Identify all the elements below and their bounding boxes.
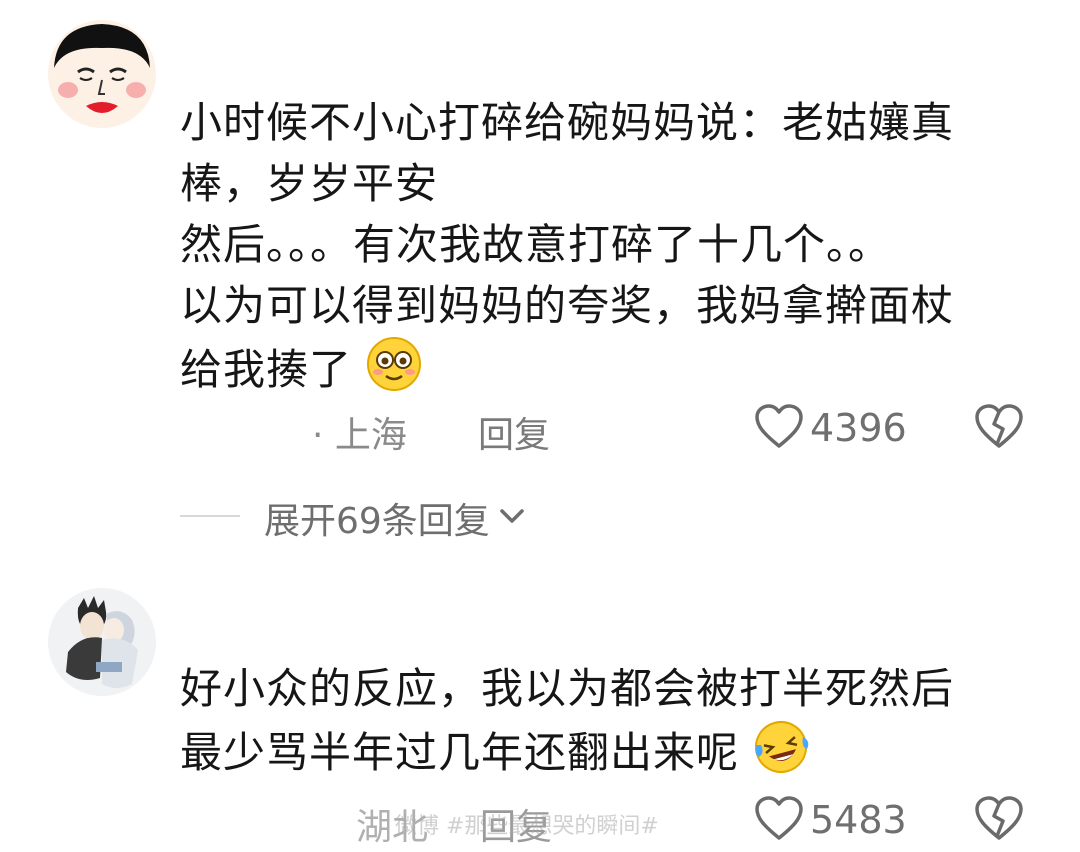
comment-line: 好小众的反应，我以为都会被打半死然后	[180, 664, 955, 713]
expand-replies-label: 展开69条回复	[264, 501, 490, 542]
comment-line: 然后。。。有次我故意打碎了十几个。。	[180, 220, 892, 269]
laugh-cry-emoji-icon	[753, 719, 809, 791]
avatar[interactable]	[48, 20, 156, 128]
comment-line: 给我揍了	[180, 345, 353, 394]
comment-line: 棒，岁岁平安	[180, 159, 439, 208]
like-count: 5483	[810, 798, 907, 842]
divider	[180, 515, 240, 517]
chevron-down-icon	[498, 506, 526, 530]
like-count: 4396	[810, 406, 907, 450]
broken-heart-icon[interactable]	[974, 796, 1024, 846]
watermark: 微博 #那些最想哭的瞬间#	[395, 814, 659, 839]
avatar[interactable]	[48, 588, 156, 696]
comment-line: 最少骂半年过几年还翻出来呢	[180, 728, 740, 777]
comment-line: 以为可以得到妈妈的夸奖，我妈拿擀面杖	[180, 281, 955, 330]
heart-outline-icon[interactable]	[754, 404, 804, 454]
reply-button[interactable]: 回复	[478, 406, 550, 458]
comment-line: 小时候不小心打碎给碗妈妈说：老姑孃真	[180, 98, 955, 147]
expand-replies-button[interactable]: 展开69条回复	[264, 492, 526, 544]
comment-location: · 上海	[312, 415, 407, 456]
smile-emoji-icon	[366, 336, 422, 408]
comment-text: 小时候不小心打碎给碗妈妈说：老姑孃真 棒，岁岁平安 然后。。。有次我故意打碎了十…	[180, 92, 1020, 408]
broken-heart-icon[interactable]	[974, 404, 1024, 454]
comment-text: 好小众的反应，我以为都会被打半死然后 最少骂半年过几年还翻出来呢	[180, 658, 1020, 791]
heart-outline-icon[interactable]	[754, 796, 804, 846]
